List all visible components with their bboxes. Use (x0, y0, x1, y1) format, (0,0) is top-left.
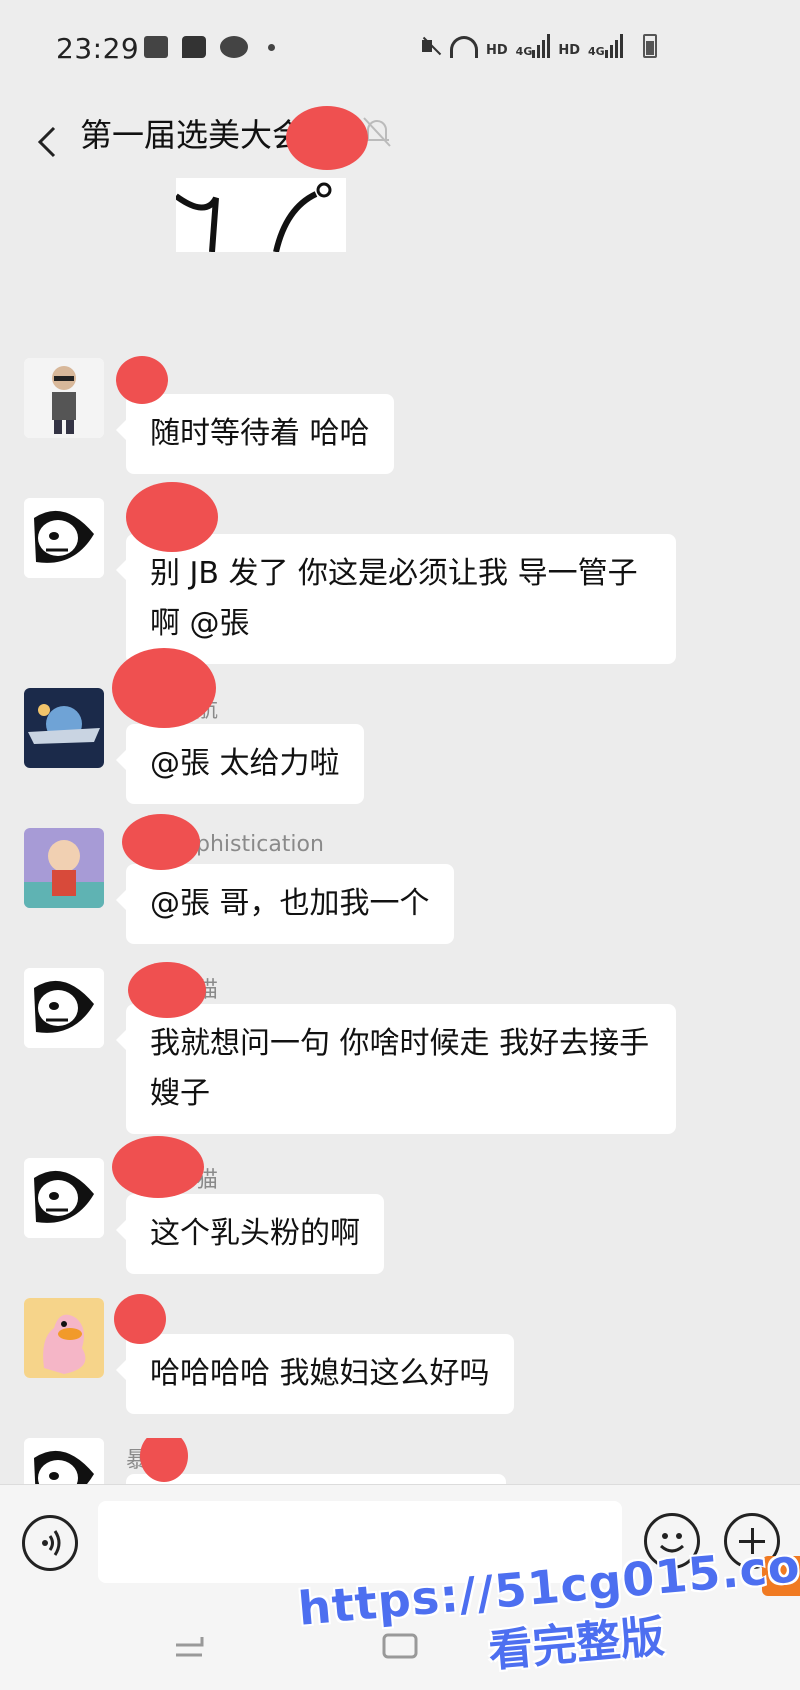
notification-icons (144, 36, 275, 58)
avatar[interactable] (24, 688, 104, 768)
mute-icon (420, 34, 442, 58)
message-bubble[interactable]: 别 JB 发了 你这是必须让我 导一管子啊 @張 (116, 534, 676, 664)
avatar[interactable] (24, 1158, 104, 1238)
status-right-icons: HD 4G HD 4G (420, 34, 657, 58)
avatar[interactable] (24, 828, 104, 908)
gallery-icon (144, 36, 168, 58)
signal-icon (604, 34, 623, 58)
wifi-icon (450, 36, 478, 58)
redaction-mark (286, 106, 368, 170)
back-arrow-icon[interactable] (28, 122, 68, 162)
avatar[interactable] (24, 358, 104, 438)
net1-gen-label: 4G (515, 45, 533, 58)
more-dot-icon (268, 43, 275, 51)
redaction-mark (122, 814, 200, 870)
message-bubble[interactable]: 随时等待着 哈哈 (116, 394, 394, 474)
list-item: 猫 这个乳头粉的啊 (0, 1136, 800, 1278)
message-text: @張 哥，也加我一个 (150, 886, 430, 921)
message-icon (182, 36, 206, 58)
message-text: 哈哈哈哈 我媳妇这么好吗 (150, 1356, 490, 1391)
redaction-mark (112, 1136, 204, 1198)
list-item: 暴 猫 (0, 1438, 800, 1484)
list-item: 随时等待着 哈哈 (0, 356, 800, 478)
message-bubble[interactable]: @張 哥，也加我一个 (116, 864, 454, 944)
net2-label: HD (558, 43, 581, 58)
sender-name: phistication (196, 832, 324, 857)
battery-icon (642, 34, 657, 58)
wechat-icon (220, 36, 248, 58)
list-item: phistication @張 哥，也加我一个 (0, 814, 800, 948)
avatar[interactable] (24, 498, 104, 578)
avatar[interactable] (24, 1438, 104, 1484)
message-bubble[interactable]: 我就想问一句 你啥时候走 我好去接手嫂子 (116, 1004, 676, 1134)
signal-icon (532, 34, 551, 58)
redaction-mark (126, 482, 218, 552)
message-text: 我就想问一句 你啥时候走 我好去接手嫂子 (150, 1026, 650, 1111)
message-text: 随时等待着 哈哈 (150, 416, 370, 451)
avatar[interactable] (24, 968, 104, 1048)
list-item: 猫 我就想问一句 你啥时候走 我好去接手嫂子 (0, 962, 800, 1138)
list-item: 航 @張 太给力啦 (0, 648, 800, 808)
voice-icon (42, 1530, 61, 1556)
list-item: 哈哈哈哈 我媳妇这么好吗 (0, 1294, 800, 1418)
recent-apps-icon[interactable] (172, 1631, 212, 1661)
redaction-mark (128, 962, 206, 1018)
voice-button[interactable] (22, 1515, 78, 1571)
list-item: 猫 别 JB 发了 你这是必须让我 导一管子啊 @張 (0, 482, 800, 668)
message-text: 别 JB 发了 你这是必须让我 导一管子啊 @張 (150, 556, 638, 641)
message-bubble[interactable]: 哈哈哈哈 我媳妇这么好吗 (116, 1334, 514, 1414)
message-bubble[interactable] (126, 1474, 506, 1484)
redaction-mark (114, 1294, 166, 1344)
message-bubble[interactable]: 这个乳头粉的啊 (116, 1194, 384, 1274)
message-text: @張 太给力啦 (150, 746, 340, 781)
message-text: 这个乳头粉的啊 (150, 1216, 360, 1251)
redaction-mark (112, 648, 216, 728)
net2-gen-label: 4G (588, 45, 605, 58)
redaction-mark (116, 356, 168, 404)
chat-title: 第一届选美大会 (80, 116, 305, 154)
net1-label: HD (486, 43, 508, 58)
message-bubble[interactable]: @張 太给力啦 (116, 724, 364, 804)
status-bar: 23:29 HD 4G HD 4G (0, 0, 800, 100)
sticker-image (176, 178, 346, 252)
avatar[interactable] (24, 1298, 104, 1378)
status-time: 23:29 (56, 32, 140, 65)
